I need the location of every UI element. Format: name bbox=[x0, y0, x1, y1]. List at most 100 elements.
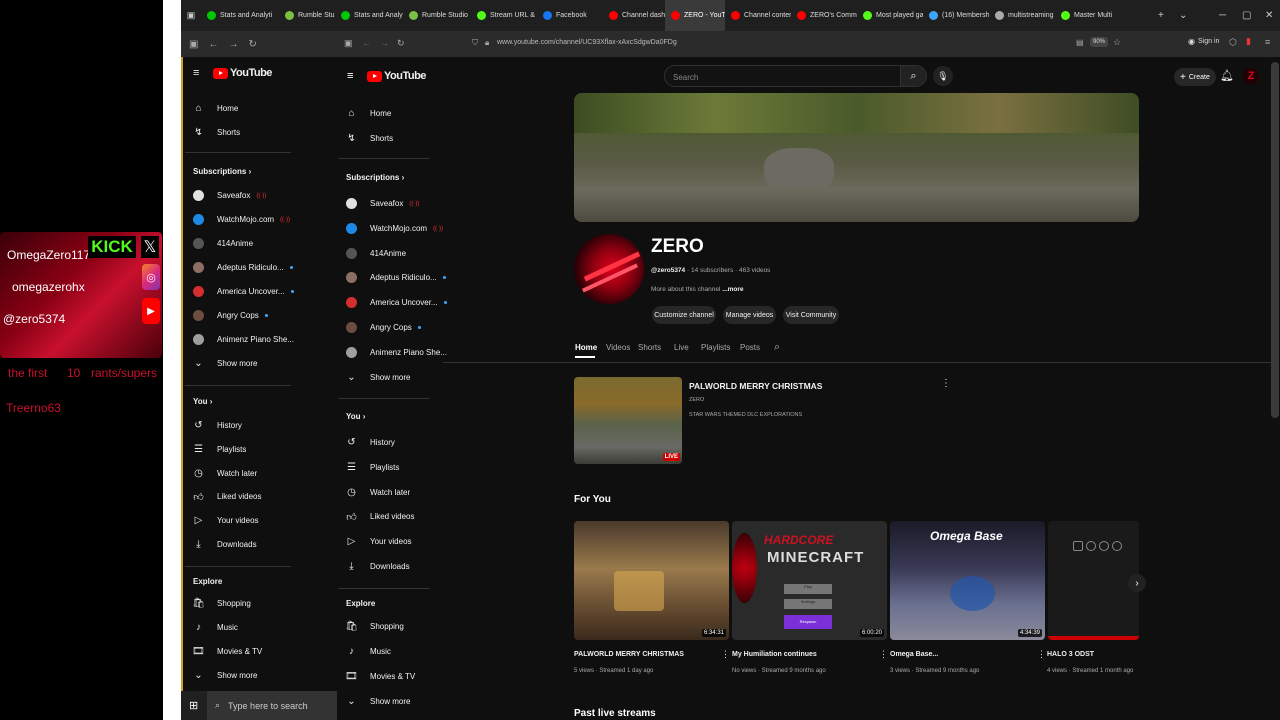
browser-tab[interactable]: Rumble Stu bbox=[279, 0, 335, 31]
tab-live[interactable]: Live bbox=[674, 343, 689, 352]
sidebar-item-explore-1[interactable]: ♪ Music bbox=[346, 646, 391, 657]
sidebar-item-shorts[interactable]: ↯ Shorts bbox=[346, 133, 393, 144]
url-text[interactable]: www.youtube.com/channel/UC93Xflax-xAxcSd… bbox=[497, 39, 677, 46]
tab-home[interactable]: Home bbox=[575, 343, 597, 352]
show-more-button[interactable]: ⌄ Show more bbox=[346, 372, 410, 383]
featured-thumbnail[interactable]: LIVE bbox=[574, 377, 682, 464]
create-button[interactable]: + Create bbox=[1174, 68, 1216, 86]
browser-tab[interactable]: Master Multi bbox=[1055, 0, 1115, 31]
browser-tab[interactable]: Stats and Analyti bbox=[335, 0, 403, 31]
browser-tab[interactable]: ZERO - YouTu bbox=[665, 0, 725, 31]
you-heading[interactable]: You › bbox=[346, 412, 365, 421]
sidebar-toggle-icon[interactable]: ▣ bbox=[189, 39, 198, 50]
subscription-item[interactable]: 414Anime bbox=[193, 238, 253, 249]
sidebar-item-you-1[interactable]: ☰ Playlists bbox=[346, 462, 399, 473]
forward-icon[interactable]: → bbox=[228, 39, 238, 50]
sidebar-item-you-3[interactable]: 👍︎ Liked videos bbox=[346, 511, 414, 523]
menu-icon[interactable]: ≡ bbox=[1265, 37, 1270, 47]
video-options-icon[interactable]: ⋮ bbox=[721, 649, 730, 660]
sidebar-item-you-0[interactable]: ↺ History bbox=[346, 437, 395, 448]
sidebar-toggle-icon[interactable]: ▣ bbox=[344, 38, 353, 49]
more-options-icon[interactable]: ⋮ bbox=[941, 378, 951, 389]
channel-about-link[interactable]: More about this channel ...more bbox=[651, 286, 744, 293]
browser-tab[interactable]: Channel dashboa bbox=[603, 0, 665, 31]
subscription-item[interactable]: Saveafox ((·)) bbox=[193, 190, 266, 201]
taskbar-search[interactable]: ⌕ Type here to search bbox=[207, 691, 337, 720]
scrollbar[interactable] bbox=[1271, 62, 1279, 418]
show-more-button[interactable]: ⌄ Show more bbox=[346, 696, 410, 707]
sidebar-item-you-3[interactable]: 👍︎ Liked videos bbox=[193, 491, 261, 503]
sidebar-item-you-5[interactable]: ⤓ Downloads bbox=[346, 561, 409, 572]
sidebar-item-explore-0[interactable]: 🛍︎ Shopping bbox=[345, 621, 404, 632]
extensions-icon[interactable]: ⬡ bbox=[1229, 37, 1237, 48]
browser-tab[interactable]: multistreaming fi bbox=[989, 0, 1055, 31]
tab-playlists[interactable]: Playlists bbox=[701, 343, 730, 352]
carousel-next-button[interactable]: › bbox=[1128, 574, 1146, 592]
sidebar-item-explore-2[interactable]: 🎞︎ Movies & TV bbox=[192, 646, 262, 657]
hamburger-menu-icon[interactable]: ≡ bbox=[193, 67, 199, 79]
tab-list-icon[interactable]: ⌄ bbox=[1179, 0, 1187, 31]
sidebar-item-you-5[interactable]: ⤓ Downloads bbox=[193, 539, 256, 550]
subscription-item[interactable]: Saveafox ((·)) bbox=[346, 198, 419, 209]
video-thumbnail-4[interactable] bbox=[1048, 521, 1139, 640]
tab-shorts[interactable]: Shorts bbox=[638, 343, 661, 352]
show-more-button[interactable]: ⌄ Show more bbox=[193, 358, 257, 369]
notifications-bell-icon[interactable]: 🔔︎ bbox=[1220, 69, 1234, 82]
reader-icon[interactable]: ▤ bbox=[1076, 38, 1084, 47]
browser-tab[interactable]: Rumble Studio bbox=[403, 0, 471, 31]
visit-community-button[interactable]: Visit Community bbox=[783, 306, 839, 324]
tab-posts[interactable]: Posts bbox=[740, 343, 760, 352]
browser-tab[interactable]: Channel content bbox=[725, 0, 791, 31]
profile-icon[interactable]: ▮ bbox=[1246, 36, 1251, 47]
subscriptions-heading[interactable]: Subscriptions › bbox=[346, 173, 404, 182]
subscription-item[interactable]: America Uncover... bbox=[193, 286, 294, 297]
subscription-item[interactable]: 414Anime bbox=[346, 248, 406, 259]
back-icon[interactable]: ← bbox=[208, 39, 218, 50]
sidebar-item-you-0[interactable]: ↺ History bbox=[193, 420, 242, 431]
youtube-logo[interactable]: YouTube bbox=[367, 70, 426, 82]
bookmark-star-icon[interactable]: ☆ bbox=[1113, 37, 1121, 48]
sidebar-item-you-4[interactable]: ▷ Your videos bbox=[346, 536, 412, 547]
video-title-4[interactable]: HALO 3 ODST bbox=[1047, 651, 1094, 658]
sidebar-item-shorts[interactable]: ↯ Shorts bbox=[193, 127, 240, 138]
video-options-icon[interactable]: ⋮ bbox=[879, 649, 888, 660]
shield-icon[interactable]: ⛉ bbox=[472, 38, 478, 48]
video-title-2[interactable]: My Humiliation continues bbox=[732, 651, 817, 658]
featured-title[interactable]: PALWORLD MERRY CHRISTMAS bbox=[689, 381, 822, 391]
video-options-icon[interactable]: ⋮ bbox=[1037, 649, 1046, 660]
subscription-item[interactable]: Animenz Piano She... bbox=[193, 334, 294, 345]
video-thumbnail-2[interactable]: HARDCORE MINECRAFT Play Settings Respawn… bbox=[732, 521, 887, 640]
subscription-item[interactable]: America Uncover... bbox=[346, 297, 447, 308]
customize-channel-button[interactable]: Customize channel bbox=[652, 306, 716, 324]
close-window-button[interactable]: ✕ bbox=[1265, 0, 1273, 31]
video-thumbnail-3[interactable]: Omega Base 4:34:39 bbox=[890, 521, 1045, 640]
subscription-item[interactable]: Angry Cops bbox=[346, 322, 421, 333]
hamburger-menu-icon[interactable]: ≡ bbox=[347, 70, 353, 82]
voice-search-button[interactable]: 🎙︎ bbox=[933, 66, 953, 86]
featured-channel[interactable]: ZERO bbox=[689, 397, 704, 403]
avatar[interactable]: Z bbox=[1243, 68, 1259, 84]
tab-videos[interactable]: Videos bbox=[606, 343, 630, 352]
new-tab-button[interactable]: + bbox=[1158, 0, 1164, 31]
reload-icon[interactable]: ↻ bbox=[248, 39, 256, 50]
search-input[interactable]: Search bbox=[664, 65, 901, 87]
video-title-3[interactable]: Omega Base... bbox=[890, 651, 938, 658]
zoom-level[interactable]: 90% bbox=[1090, 37, 1109, 47]
sidebar-item-explore-0[interactable]: 🛍︎ Shopping bbox=[192, 598, 251, 609]
sidebar-item-home[interactable]: ⌂ Home bbox=[346, 108, 391, 119]
windows-start-icon[interactable]: ⊞ bbox=[189, 699, 198, 712]
browser-tab[interactable]: Facebook bbox=[537, 0, 603, 31]
forward-icon[interactable]: → bbox=[380, 38, 389, 48]
browser-tab[interactable]: ZERO's Commun bbox=[791, 0, 857, 31]
subscription-item[interactable]: Adeptus Ridiculo... bbox=[193, 262, 293, 273]
sidebar-item-you-2[interactable]: ◷ Watch later bbox=[346, 487, 410, 498]
sidebar-item-home[interactable]: ⌂ Home bbox=[193, 103, 238, 114]
video-thumbnail-1[interactable]: 6:34:31 bbox=[574, 521, 729, 640]
video-title-1[interactable]: PALWORLD MERRY CHRISTMAS bbox=[574, 651, 684, 658]
maximize-button[interactable]: ▢ bbox=[1242, 0, 1251, 31]
sidebar-item-you-2[interactable]: ◷ Watch later bbox=[193, 468, 257, 479]
sign-in-button[interactable]: ◉ Sign in bbox=[1188, 37, 1219, 46]
subscription-item[interactable]: Angry Cops bbox=[193, 310, 268, 321]
subscription-item[interactable]: WatchMojo.com ((·)) bbox=[346, 223, 443, 234]
sidebar-item-you-4[interactable]: ▷ Your videos bbox=[193, 515, 259, 526]
